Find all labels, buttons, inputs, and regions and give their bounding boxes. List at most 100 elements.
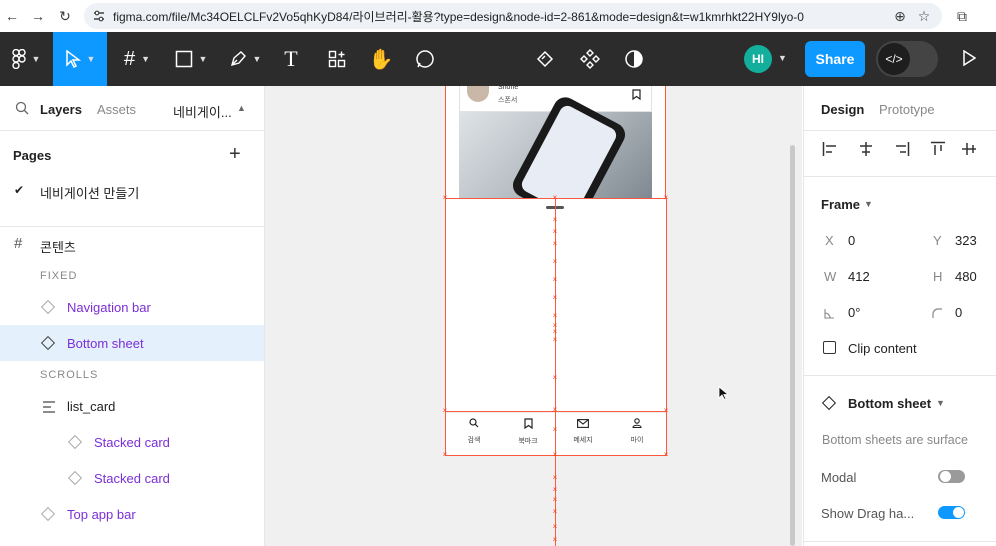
rectangle-icon (175, 50, 192, 68)
y-input[interactable]: 323 (955, 233, 977, 248)
chevron-down-icon: ▼ (198, 54, 208, 64)
forward-icon[interactable]: → (28, 6, 48, 26)
component-name[interactable]: Bottom sheet (848, 396, 931, 411)
main-menu-button[interactable]: ▼ (0, 32, 52, 86)
layer-list-card[interactable]: list_card (67, 399, 115, 414)
tab-design[interactable]: Design (821, 102, 864, 117)
user-avatar[interactable]: HI (744, 45, 772, 73)
nav-item-search[interactable]: 검색 (454, 418, 494, 445)
url-text[interactable]: figma.com/file/Mc34OELCLFv2Vo5qhKyD84/라이… (113, 8, 804, 25)
guide-line-right (666, 198, 667, 456)
reset-component-icon (536, 50, 554, 68)
hand-icon: ✋ (368, 48, 394, 71)
guide-marker: × (552, 373, 558, 382)
divider (803, 130, 996, 131)
chevron-down-icon[interactable]: ▼ (778, 53, 787, 63)
tab-prototype[interactable]: Prototype (879, 102, 935, 117)
mail-icon (577, 419, 589, 428)
guide-line-left (445, 198, 446, 456)
figma-logo-icon (11, 49, 26, 69)
pages-title: Pages (13, 148, 52, 163)
nav-item-bookmark[interactable]: 북마크 (508, 418, 548, 446)
guide-marker: × (552, 311, 558, 320)
page-dropdown[interactable]: 네비게이... (173, 102, 232, 121)
guide-marker: × (442, 193, 448, 202)
cursor-icon (65, 50, 81, 68)
clip-content-checkbox[interactable] (823, 341, 836, 354)
mouse-cursor (718, 386, 730, 405)
w-input[interactable]: 412 (848, 269, 870, 284)
layer-top-app-bar[interactable]: Top app bar (67, 507, 136, 522)
guide-marker: × (552, 193, 558, 202)
align-left-icon[interactable] (822, 141, 838, 162)
radius-input[interactable]: 0 (955, 305, 962, 320)
add-page-icon[interactable]: + (229, 143, 241, 166)
canvas-scrollbar[interactable] (790, 145, 795, 546)
resources-button[interactable] (320, 32, 354, 86)
chevron-down-icon: ▼ (31, 54, 41, 64)
rotation-input[interactable]: 0° (848, 305, 860, 320)
tab-layers[interactable]: Layers (40, 102, 82, 117)
chevron-down-icon: ▼ (252, 54, 262, 64)
layer-stacked-card-1[interactable]: Stacked card (94, 435, 170, 450)
site-settings-icon[interactable] (92, 9, 106, 28)
star-icon[interactable]: ☆ (914, 6, 934, 26)
hash-icon: # (123, 47, 136, 70)
show-drag-handle-label: Show Drag ha... (821, 506, 915, 521)
align-top-icon[interactable] (930, 141, 946, 162)
chevron-down-icon: ▼ (86, 54, 96, 64)
code-icon: </> (878, 43, 910, 75)
layer-stacked-card-2[interactable]: Stacked card (94, 471, 170, 486)
chevron-up-icon[interactable]: ▲ (237, 103, 246, 113)
frame-tool-button[interactable]: # ▼ (112, 32, 162, 86)
toggle-knob (940, 471, 951, 482)
align-center-h-icon[interactable] (858, 141, 874, 162)
divider (803, 541, 996, 542)
guide-marker: × (663, 193, 669, 202)
reload-icon[interactable]: ↻ (55, 6, 75, 26)
layer-frame[interactable]: 콘텐츠 (40, 237, 76, 256)
zoom-icon[interactable]: ⊕ (890, 6, 910, 26)
guide-marker: × (552, 507, 558, 516)
comment-tool-button[interactable] (408, 32, 442, 86)
pen-icon (230, 51, 246, 67)
page-item-current[interactable]: 네비게이션 만들기 (40, 183, 139, 202)
back-icon[interactable]: ← (2, 6, 22, 26)
nav-label: 북마크 (518, 438, 538, 445)
create-component-button[interactable] (573, 32, 607, 86)
divider (803, 375, 996, 376)
mask-button[interactable] (617, 32, 651, 86)
align-right-icon[interactable] (894, 141, 910, 162)
x-input[interactable]: 0 (848, 233, 855, 248)
nav-item-message[interactable]: 메세지 (563, 418, 603, 445)
move-tool-button[interactable]: ▼ (53, 32, 107, 86)
extensions-icon[interactable]: ⧉ (952, 6, 972, 26)
nav-label: 메세지 (573, 437, 593, 444)
nav-item-my[interactable]: 마이 (617, 418, 657, 445)
frame-section-title[interactable]: Frame (821, 197, 860, 212)
shape-tool-button[interactable]: ▼ (166, 32, 216, 86)
component-icon (580, 49, 600, 69)
layer-bottom-sheet[interactable]: Bottom sheet (67, 336, 144, 351)
check-icon: ✔ (14, 183, 25, 197)
guide-marker: × (552, 495, 558, 504)
hand-tool-button[interactable]: ✋ (364, 32, 398, 86)
layer-navigation-bar[interactable]: Navigation bar (67, 300, 151, 315)
chevron-down-icon[interactable]: ▼ (936, 398, 945, 408)
guide-marker: × (552, 405, 558, 414)
guide-marker: × (552, 335, 558, 344)
h-input[interactable]: 480 (955, 269, 977, 284)
search-icon[interactable] (15, 101, 29, 120)
chevron-down-icon[interactable]: ▼ (864, 199, 873, 209)
present-icon[interactable] (962, 49, 977, 71)
h-label: H (933, 269, 943, 284)
x-label: X (825, 233, 834, 248)
clip-content-label: Clip content (848, 341, 917, 356)
guide-marker: × (552, 485, 558, 494)
tab-assets[interactable]: Assets (97, 102, 136, 117)
align-center-v-icon[interactable] (962, 141, 976, 162)
share-button[interactable]: Share (805, 41, 865, 77)
text-tool-button[interactable]: T (274, 32, 308, 86)
pen-tool-button[interactable]: ▼ (220, 32, 270, 86)
component-action-button[interactable] (528, 32, 562, 86)
